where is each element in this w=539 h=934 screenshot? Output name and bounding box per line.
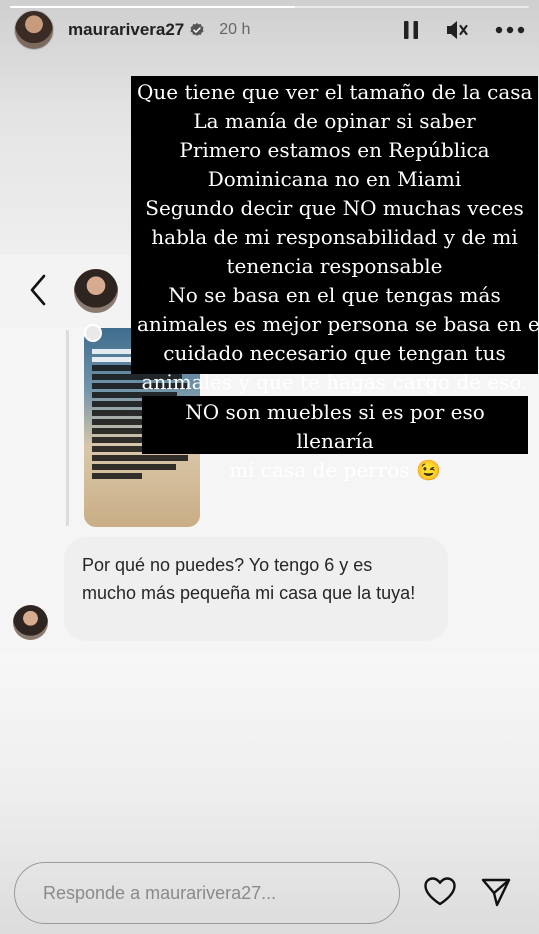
sender-avatar [13, 605, 48, 640]
back-chevron-icon[interactable] [28, 273, 48, 307]
heart-icon[interactable] [423, 876, 457, 906]
overlay-line: habla de mi responsabilidad y de mi [151, 225, 518, 249]
story-controls [403, 12, 525, 48]
overlay-line: cuidado necesario que tengan tus [163, 341, 506, 365]
story-progress-fill [10, 6, 296, 8]
story-reply-line [66, 330, 69, 526]
overlay-line: Que tiene que ver el tamaño de la casa ? [137, 80, 539, 104]
reply-input[interactable]: Responde a maurarivera27... [14, 862, 400, 924]
overlay-line: Primero estamos en República [179, 138, 490, 162]
overlay-line: NO son muebles si es por eso llenaría [185, 400, 485, 453]
overlay-line: mi casa de perros 😉 [229, 458, 441, 482]
dm-contact-avatar[interactable] [74, 269, 118, 313]
overlay-line: Segundo decir que NO muchas veces [145, 196, 524, 220]
overlay-line: Dominicana no en Miami [207, 167, 462, 191]
pause-icon[interactable] [403, 20, 419, 40]
overlay-line: La manía de opinar si saber [193, 109, 476, 133]
message-bubble: Por qué no puedes? Yo tengo 6 y es mucho… [64, 537, 448, 641]
post-time: 20 h [219, 21, 251, 38]
speaker-muted-icon[interactable] [445, 19, 469, 41]
story-header: maurarivera27 20 h [14, 10, 525, 50]
story-progress-bar [10, 6, 529, 8]
overlay-line: animales es mejor persona se basa en el [137, 312, 539, 336]
thumbnail-avatar-ring [84, 324, 102, 342]
overlay-line: tenencia responsable [226, 254, 443, 278]
overlay-line: animales y que te hagas cargo de eso. [141, 370, 528, 394]
verified-badge-icon [190, 23, 204, 36]
story-text-overlay-main: Que tiene que ver el tamaño de la casa ?… [131, 76, 539, 394]
overlay-line: No se basa en el que tengas más [168, 283, 501, 307]
username[interactable]: maurarivera27 [68, 20, 184, 40]
story-text-overlay-secondary: NO son muebles si es por eso llenaría mi… [142, 396, 528, 482]
send-icon[interactable] [480, 876, 512, 908]
more-options-icon[interactable] [495, 26, 525, 34]
avatar[interactable] [14, 10, 54, 50]
